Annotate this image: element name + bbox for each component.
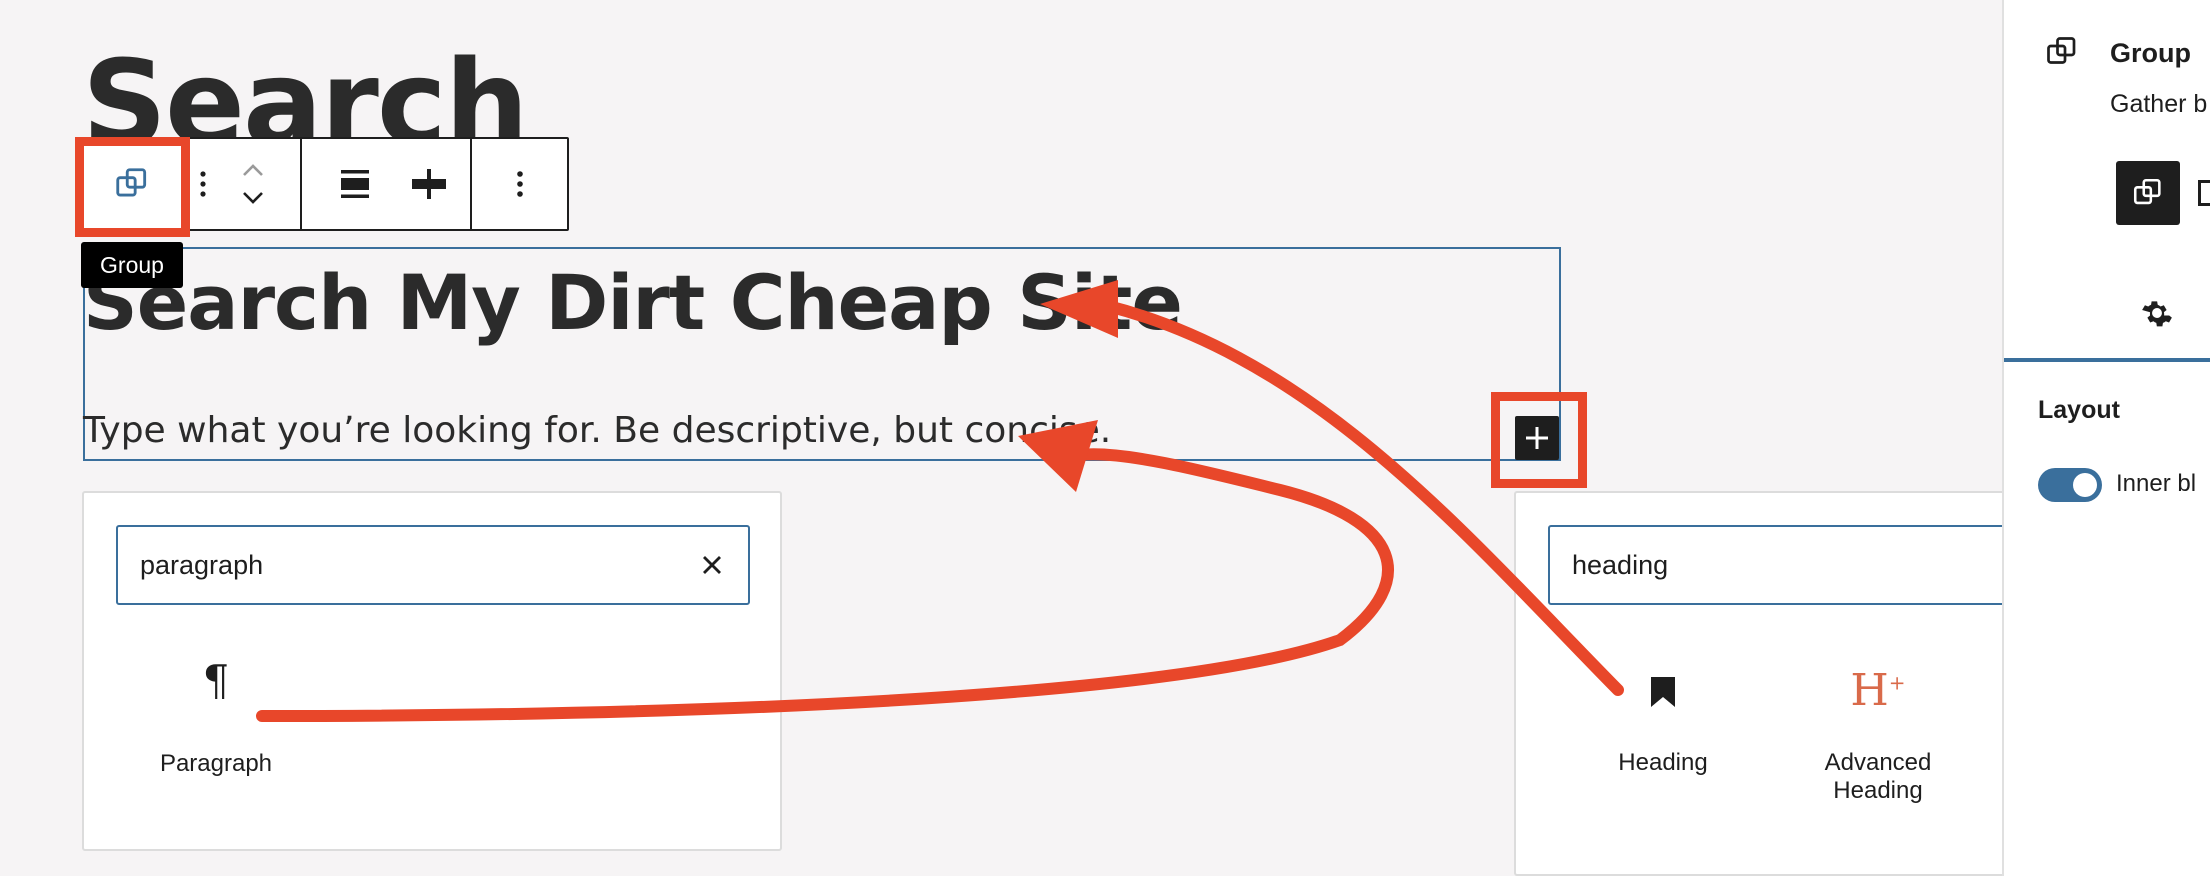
gear-icon[interactable] <box>2140 296 2174 330</box>
move-down-icon[interactable] <box>239 189 267 207</box>
group-icon <box>2133 178 2161 205</box>
close-icon[interactable] <box>696 549 728 581</box>
active-tab-indicator <box>2004 358 2210 362</box>
block-result-label: Paragraph <box>159 750 273 777</box>
search-value: paragraph <box>140 550 264 580</box>
group-icon <box>2047 37 2076 64</box>
block-result-advanced-heading[interactable]: H+ Advanced Heading <box>1798 665 1958 811</box>
block-result-heading[interactable]: Heading <box>1598 671 1728 781</box>
toggle-label: Inner bl <box>2116 470 2197 497</box>
justify-icon <box>412 169 446 199</box>
align-button[interactable] <box>313 139 397 229</box>
justify-button[interactable] <box>387 139 471 229</box>
tooltip: Group <box>81 242 183 288</box>
advanced-heading-icon: H+ <box>1850 665 1906 716</box>
bookmark-icon <box>1651 677 1675 707</box>
inner-blocks-toggle[interactable] <box>2038 468 2102 502</box>
variation-group-button[interactable] <box>2116 161 2180 225</box>
inserter-panel-paragraph: paragraph ¶ Paragraph <box>82 491 782 851</box>
align-icon <box>341 170 369 198</box>
sidebar-block-description: Gather b <box>2110 90 2208 118</box>
block-search-input[interactable]: paragraph <box>116 525 750 605</box>
layout-section-title: Layout <box>2038 396 2120 424</box>
drag-handle-icon <box>200 171 206 197</box>
sidebar-block-title: Group <box>2110 38 2191 68</box>
more-options-button[interactable] <box>473 139 567 229</box>
paragraph-block[interactable]: Type what you’re looking for. Be descrip… <box>83 410 1111 451</box>
settings-sidebar: Group Gather b Layout Inner bl <box>2002 0 2210 876</box>
heading-block[interactable]: Search My Dirt Cheap Site <box>83 258 1183 347</box>
block-result-label: Advanced Heading <box>1824 749 1932 804</box>
block-result-label: Heading <box>1618 749 1708 776</box>
more-options-icon <box>517 171 523 197</box>
annotation-box-group <box>75 137 190 237</box>
search-value: heading <box>1572 550 1669 580</box>
drag-handle[interactable] <box>189 139 217 229</box>
block-result-paragraph[interactable]: ¶ Paragraph <box>156 658 276 788</box>
move-up-icon[interactable] <box>239 161 267 179</box>
variation-row-button[interactable] <box>2198 180 2210 206</box>
move-buttons <box>227 139 279 229</box>
annotation-box-add <box>1491 392 1587 488</box>
paragraph-icon: ¶ <box>202 656 230 705</box>
